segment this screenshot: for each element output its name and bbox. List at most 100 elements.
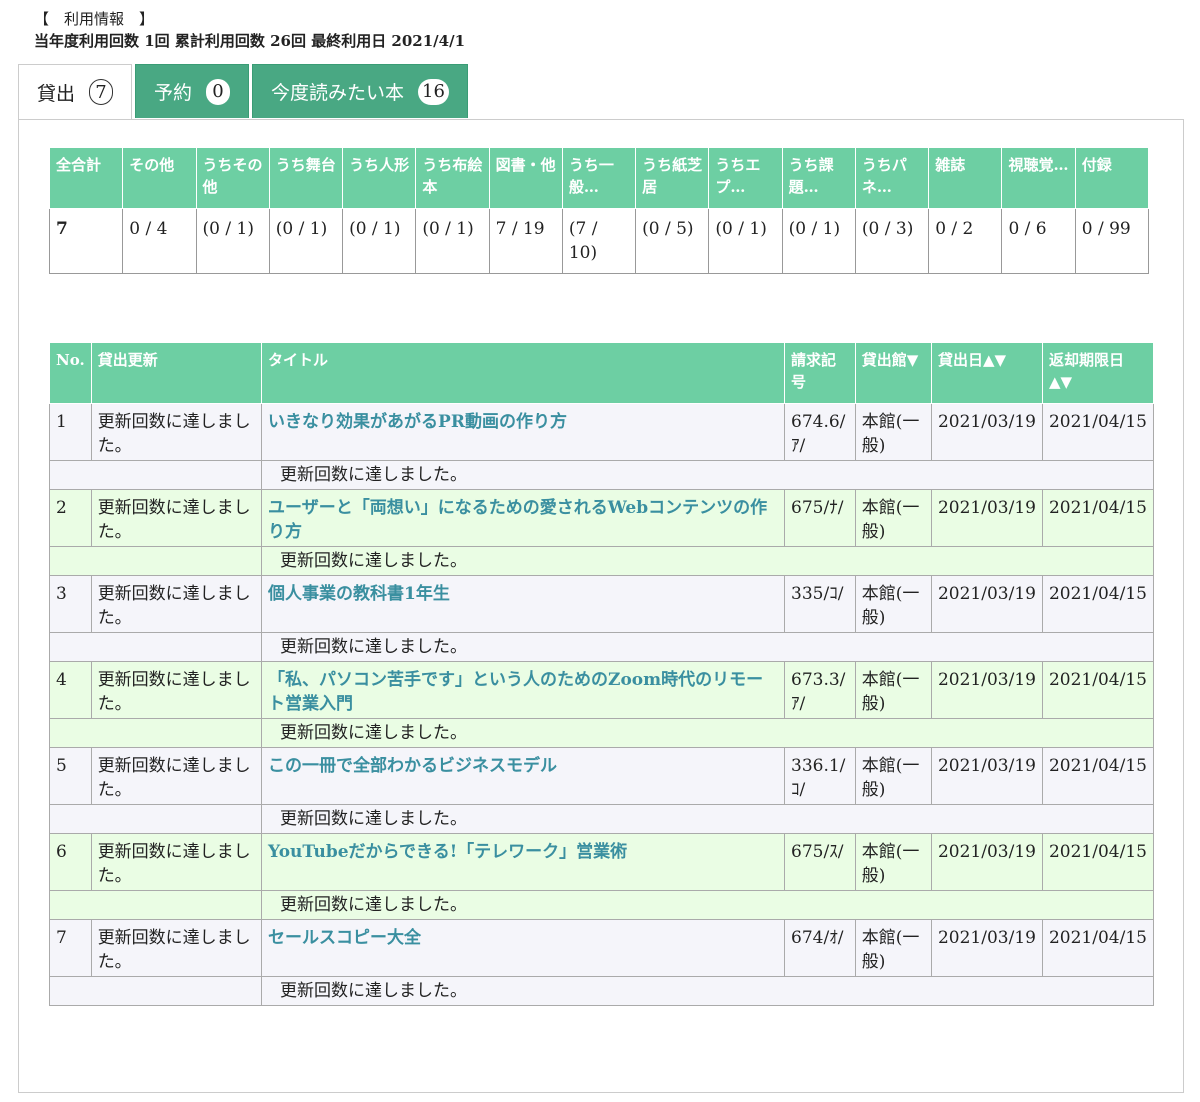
summary-header: うちその他 [195,147,270,209]
loan-no: 1 [49,403,92,461]
loan-branch: 本館(一般) [854,919,932,977]
loan-title[interactable]: 個人事業の教科書1年生 [261,575,786,633]
loan-renew-status: 更新回数に達しました。 [90,833,263,891]
summary-header: うち一般… [561,147,637,209]
loans-header-row: No. 貸出更新 タイトル 請求記号 貸出館▼ 貸出日▲▼ 返却期限日▲▼ [49,342,1155,404]
loans-table: No. 貸出更新 タイトル 請求記号 貸出館▼ 貸出日▲▼ 返却期限日▲▼ 1更… [48,342,1155,1006]
loan-row: 2 更新回数に達しました。 ユーザーと「両想い」になるための愛されるWebコンテンツ… [49,489,1155,547]
loan-date: 2021/03/19 [930,489,1043,547]
loan-note: 更新回数に達しました。 [261,804,1154,834]
loan-title[interactable]: セールスコピー大全 [261,919,786,977]
loan-due-date: 2021/04/15 [1041,919,1155,977]
loan-due-date: 2021/04/15 [1041,661,1155,719]
loan-title[interactable]: YouTubeだからできる!「テレワーク」営業術 [261,833,786,891]
loan-row: 7 更新回数に達しました。 セールスコピー大全 674/ｵ/本館(一般) 2021/03… [49,919,1155,977]
loan-call-number: 335/ｺ/ [784,575,856,633]
loan-call-number: 675/ｽ/ [784,833,856,891]
tab-wishlist[interactable]: 今度読みたい本 16 [252,64,468,118]
loan-due-date: 2021/04/15 [1041,833,1155,891]
loan-call-number: 674.6/ｱ/ [784,403,856,461]
loan-renew-status: 更新回数に達しました。 [90,919,263,977]
loan-no: 7 [49,919,92,977]
summary-table: 全合計 その他 うちその他 うち舞台 うち人形 うち布絵本 図書・他 うち一般…… [48,147,1150,274]
summary-header: うち人形 [342,147,417,209]
loan-branch: 本館(一般) [854,489,932,547]
summary-header: うち紙芝居 [635,147,710,209]
col-header-call-number: 請求記号 [784,342,856,404]
loan-branch: 本館(一般) [854,575,932,633]
loan-note-row: 更新回数に達しました。 [48,976,1154,1006]
loan-renew-status: 更新回数に達しました。 [90,575,263,633]
summary-value: 7 / 19 [488,208,563,274]
loan-note-spacer [48,804,263,834]
loan-branch: 本館(一般) [854,833,932,891]
summary-value: (0 / 1) [342,208,417,274]
summary-value: (0 / 5) [635,208,710,274]
loan-note-row: 更新回数に達しました。 [48,632,1154,662]
col-header-title: タイトル [261,342,786,404]
loan-row: 1 更新回数に達しました。 いきなり効果があがるPR動画の作り方 674.6/ｱ/本館… [49,403,1155,461]
tab-bar: 貸出 7 予約 0 今度読みたい本 16 [18,64,471,120]
loan-due-date: 2021/04/15 [1041,489,1155,547]
loan-renew-status: 更新回数に達しました。 [90,489,263,547]
summary-value: (0 / 3) [854,208,930,274]
loan-no: 6 [49,833,92,891]
loan-row: 4 更新回数に達しました。 「私、パソコン苦手です」という人のためのZoom時代のリ… [49,661,1155,719]
loan-branch: 本館(一般) [854,661,932,719]
loan-branch: 本館(一般) [854,403,932,461]
loan-note-row: 更新回数に達しました。 [48,890,1154,920]
loan-due-date: 2021/04/15 [1041,575,1155,633]
tab-wishlist-label: 今度読みたい本 [271,82,405,104]
summary-header: うち舞台 [268,147,344,209]
summary-value: 0 / 4 [122,208,197,274]
loan-note-spacer [48,718,263,748]
loan-branch: 本館(一般) [854,747,932,805]
usage-stats: 当年度利用回数 1回 累計利用回数 26回 最終利用日 2021/4/1 [34,32,466,50]
summary-value: (0 / 1) [268,208,344,274]
summary-header-row: 全合計 その他 うちその他 うち舞台 うち人形 うち布絵本 図書・他 うち一般…… [48,147,1150,209]
summary-header: 全合計 [48,147,124,209]
loan-call-number: 674/ｵ/ [784,919,856,977]
loan-row: 3 更新回数に達しました。 個人事業の教科書1年生 335/ｺ/本館(一般) 2021/… [49,575,1155,633]
loan-note: 更新回数に達しました。 [261,546,1154,576]
loan-title[interactable]: 「私、パソコン苦手です」という人のためのZoom時代のリモート営業入門 [261,661,786,719]
summary-value: (0 / 1) [708,208,783,274]
loan-date: 2021/03/19 [930,833,1043,891]
loan-call-number: 675/ﾅ/ [784,489,856,547]
summary-value: 0 / 6 [1001,208,1076,274]
loan-note-spacer [48,632,263,662]
loan-row: 6 更新回数に達しました。 YouTubeだからできる!「テレワーク」営業術 675/… [49,833,1155,891]
loan-call-number: 336.1/ｺ/ [784,747,856,805]
summary-value: (0 / 1) [195,208,270,274]
tab-reservations-count: 0 [206,78,231,105]
loan-note-row: 更新回数に達しました。 [48,460,1154,490]
loan-title[interactable]: この一冊で全部わかるビジネスモデル [261,747,786,805]
loan-title[interactable]: いきなり効果があがるPR動画の作り方 [261,403,786,461]
loan-due-date: 2021/04/15 [1041,403,1155,461]
summary-value: 0 / 2 [928,208,1003,274]
col-header-loan-date[interactable]: 貸出日▲▼ [930,342,1043,404]
loan-date: 2021/03/19 [930,661,1043,719]
loan-note-spacer [48,890,263,920]
col-header-branch[interactable]: 貸出館▼ [854,342,932,404]
tab-loans-count: 7 [89,79,114,105]
loan-note-spacer [48,460,263,490]
loan-note-spacer [48,546,263,576]
loan-no: 5 [49,747,92,805]
loan-no: 4 [49,661,92,719]
loans-panel: 全合計 その他 うちその他 うち舞台 うち人形 うち布絵本 図書・他 うち一般…… [18,119,1184,1093]
loan-renew-status: 更新回数に達しました。 [90,661,263,719]
col-header-due-date[interactable]: 返却期限日▲▼ [1041,342,1155,404]
summary-value: (0 / 1) [781,208,856,274]
tab-loans[interactable]: 貸出 7 [18,64,133,120]
tab-reservations[interactable]: 予約 0 [135,64,250,118]
col-header-no: No. [49,342,92,404]
loan-title[interactable]: ユーザーと「両想い」になるための愛されるWebコンテンツの作り方 [261,489,786,547]
tab-wishlist-count: 16 [418,78,449,105]
loan-date: 2021/03/19 [930,403,1043,461]
summary-header: その他 [122,147,197,209]
loan-note-row: 更新回数に達しました。 [48,718,1154,748]
loan-note: 更新回数に達しました。 [261,460,1154,490]
loan-renew-status: 更新回数に達しました。 [90,403,263,461]
loan-note-row: 更新回数に達しました。 [48,546,1154,576]
